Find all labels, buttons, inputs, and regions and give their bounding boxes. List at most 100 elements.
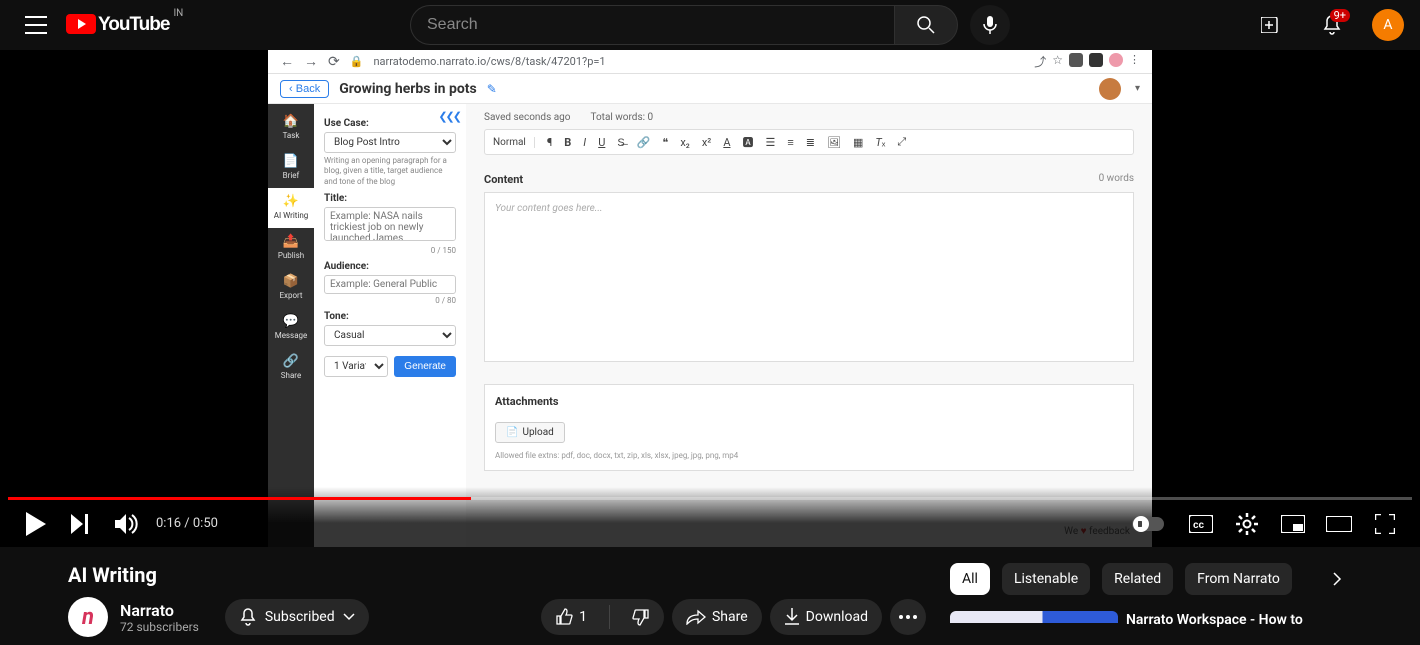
channel-avatar[interactable]: n [68,597,108,637]
video-player[interactable]: ← → ⟳ 🔒 narratodemo.narrato.io/cws/8/tas… [0,50,1420,547]
theater-icon [1326,516,1352,532]
inner-browser-chrome: ← → ⟳ 🔒 narratodemo.narrato.io/cws/8/tas… [268,50,1152,74]
country-code: IN [173,8,183,19]
download-button[interactable]: Download [770,599,882,635]
star-icon: ☆ [1052,53,1063,70]
rail-item-message: 💬Message [268,308,314,348]
settings-button[interactable] [1224,501,1270,547]
microphone-icon [983,16,997,34]
chip-related[interactable]: Related [1102,563,1173,595]
notifications-button[interactable]: 9+ [1312,5,1352,45]
link-icon: 🔗 [637,136,651,149]
title-count: 0 / 150 [324,246,456,255]
youtube-logo[interactable]: YouTube IN [66,14,179,36]
collapse-panel-icon: ❮❮❮ [438,110,460,123]
align-icon: ≣ [806,136,815,149]
chip-from-channel[interactable]: From Narrato [1185,563,1292,595]
more-actions-button[interactable] [890,599,926,635]
voice-search-button[interactable] [970,5,1010,45]
miniplayer-button[interactable] [1270,501,1316,547]
upload-icon: 📄 [506,427,518,438]
paragraph-icon: ¶ [547,136,552,149]
svg-text:cc: cc [1193,520,1205,531]
rail-item-share: 🔗Share [268,348,314,388]
recommendation-thumbnail [950,611,1118,623]
table-icon: ▦ [853,136,863,149]
captions-icon: cc [1189,515,1213,533]
share-icon [686,609,706,625]
content-label: Content [484,173,523,186]
edit-title-icon: ✎ [487,82,497,96]
like-count: 1 [579,609,587,625]
content-word-count: 0 words [1099,173,1134,186]
create-button[interactable] [1252,5,1292,45]
audience-input [324,275,456,294]
search-form [410,5,1010,45]
autoplay-toggle[interactable] [1132,517,1164,531]
guide-button[interactable] [16,5,56,45]
account-avatar[interactable]: A [1372,9,1404,41]
create-icon [1261,17,1283,33]
recommendation-item[interactable]: Narrato Workspace - How to [950,611,1352,629]
share-label: Share [712,609,748,625]
search-icon [916,15,936,35]
chip-all[interactable]: All [950,563,990,595]
topbar-actions: 9+ A [1252,5,1404,45]
chip-scroll-right[interactable] [1322,564,1352,594]
font-color-icon: A [723,136,730,149]
audience-count: 0 / 80 [324,296,456,305]
secondary-column: All Listenable Related From Narrato Narr… [950,563,1352,637]
dislike-button[interactable] [618,600,664,634]
recommendation-title: Narrato Workspace - How to [1126,611,1303,629]
browser-url: narratodemo.narrato.io/cws/8/task/47201?… [373,55,1024,68]
attachments-section: Attachments 📄 Upload Allowed file extns:… [484,384,1134,471]
tone-label: Tone: [324,311,456,322]
app-body: 🏠Task 📄Brief ✨AI Writing 📤Publish 📦Expor… [268,104,1152,547]
editor-toolbar: Normal ¶ B I U S̶ 🔗 ❝ x₂ x² A 🅰 ☰ ≡ ≣ 🖼 [484,129,1134,155]
owner-row: n Narrato 72 subscribers Subscribed 1 [68,597,926,637]
like-divider [609,605,610,629]
usecase-hint: Writing an opening paragraph for a blog,… [324,156,456,187]
rail-item-task: 🏠Task [268,108,314,148]
publish-icon: 📤 [268,234,314,249]
play-icon [24,512,46,536]
document-title: Growing herbs in pots [339,81,477,97]
subscript-icon: x₂ [680,136,690,149]
extension-icon [1069,53,1083,67]
gear-icon [1236,513,1258,535]
video-content: ← → ⟳ 🔒 narratodemo.narrato.io/cws/8/tas… [268,50,1152,547]
next-button[interactable] [58,501,104,547]
rail-item-brief: 📄Brief [268,148,314,188]
below-player: AI Writing n Narrato 72 subscribers Subs… [0,547,1420,637]
browser-forward-icon: → [304,53,318,70]
highlight-icon: 🅰 [743,134,754,150]
captions-button[interactable]: cc [1178,501,1224,547]
total-words: Total words: 0 [590,112,653,123]
app-side-rail: 🏠Task 📄Brief ✨AI Writing 📤Publish 📦Expor… [268,104,314,547]
expand-icon: ⤢ [897,135,906,149]
mute-button[interactable] [104,501,150,547]
attachments-label: Attachments [495,395,1123,408]
subscribed-button[interactable]: Subscribed [225,599,369,635]
search-button[interactable] [894,5,958,45]
channel-name[interactable]: Narrato [120,601,199,620]
title-input [324,207,456,241]
variation-select: 1 Variation [324,356,388,377]
allowed-ext-hint: Allowed file extns: pdf, doc, docx, txt,… [495,451,1123,460]
volume-icon [115,514,139,534]
chip-listenable[interactable]: Listenable [1002,563,1090,595]
masthead: YouTube IN 9+ A [0,0,1420,50]
message-icon: 💬 [268,314,314,329]
theater-button[interactable] [1316,501,1362,547]
play-button[interactable] [12,501,58,547]
search-input[interactable] [410,5,894,45]
format-dropdown: Normal [493,137,535,148]
share-button[interactable]: Share [672,599,762,635]
next-icon [71,514,91,534]
doc-icon: 📄 [268,154,314,169]
like-button[interactable]: 1 [541,600,601,634]
title-label: Title: [324,193,456,204]
miniplayer-icon [1281,515,1305,533]
share-rail-icon: 🔗 [268,354,314,369]
fullscreen-button[interactable] [1362,501,1408,547]
